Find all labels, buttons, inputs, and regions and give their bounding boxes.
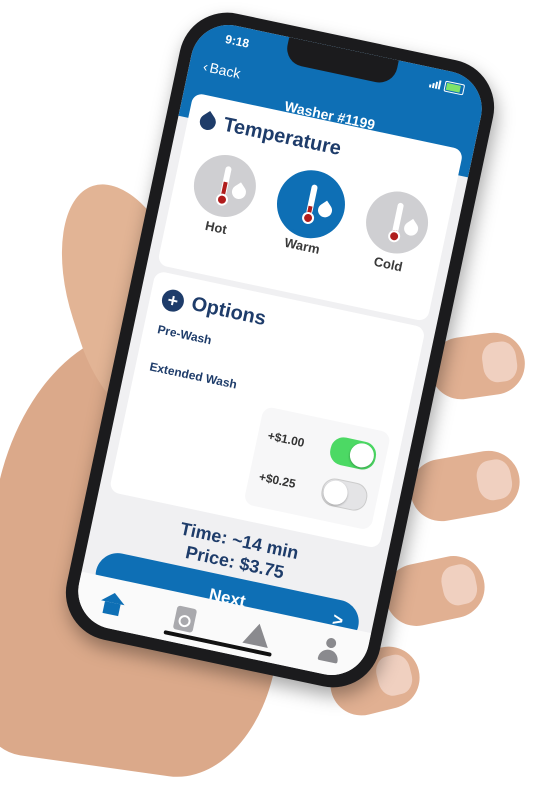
warning-icon	[242, 621, 273, 648]
options-title: Options	[189, 292, 268, 331]
temp-option-warm[interactable]: Warm	[270, 167, 348, 259]
temp-option-cold[interactable]: Cold	[356, 185, 434, 278]
option-toggle-row: +$1.00	[265, 422, 379, 472]
plus-circle-icon: +	[159, 287, 187, 314]
washer-icon	[172, 605, 198, 633]
temperature-options: Hot Warm Cold	[171, 146, 446, 280]
option-price: +$1.00	[266, 428, 306, 450]
option-toggle-row: +$0.25	[256, 463, 370, 514]
option-toggles: +$1.00 +$0.25	[243, 405, 392, 531]
toggle-knob	[321, 478, 350, 507]
option-price: +$0.25	[257, 469, 297, 491]
back-button[interactable]: ‹ Back	[202, 58, 242, 82]
temp-option-label: Warm	[283, 234, 322, 257]
thermometer-icon	[387, 202, 421, 244]
signal-icon	[428, 78, 442, 90]
user-icon	[316, 636, 343, 664]
option-label-extended-wash: Extended Wash	[148, 359, 239, 392]
temp-option-label: Hot	[203, 217, 229, 238]
battery-icon	[443, 80, 466, 96]
temp-option-circle	[188, 149, 262, 223]
extended-wash-toggle[interactable]	[318, 476, 370, 514]
thermometer-icon	[300, 183, 335, 226]
thermometer-icon	[214, 165, 249, 207]
home-icon	[99, 590, 127, 617]
temp-option-circle	[360, 185, 434, 260]
options-heading: + Options	[159, 287, 268, 331]
tab-profile[interactable]	[314, 634, 345, 665]
temp-option-circle	[274, 167, 348, 242]
tab-home[interactable]	[97, 588, 128, 619]
tab-washer[interactable]	[170, 604, 201, 635]
status-time: 9:18	[224, 32, 251, 51]
hand-finger	[405, 445, 525, 527]
temp-option-label: Cold	[372, 253, 404, 275]
option-label-prewash: Pre-Wash	[156, 322, 213, 348]
water-drop-icon	[196, 110, 219, 133]
temp-option-hot[interactable]: Hot	[184, 149, 262, 241]
temperature-title: Temperature	[221, 113, 344, 161]
options-card: + Options Pre-Wash Extended Wash +$1.00 …	[108, 270, 426, 549]
tab-report[interactable]	[242, 619, 273, 650]
back-label: Back	[208, 59, 243, 82]
status-indicators	[428, 77, 466, 96]
toggle-knob	[347, 441, 377, 470]
prewash-toggle[interactable]	[327, 434, 379, 472]
